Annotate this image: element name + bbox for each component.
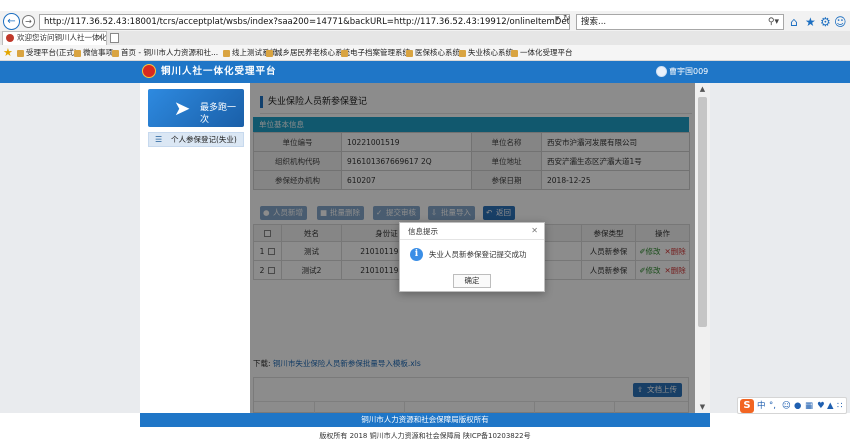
scroll-down-icon[interactable]: ▼	[695, 401, 710, 413]
toolbox-icon[interactable]: ▲	[827, 399, 834, 413]
info-dialog: 信息提示 ✕ i 失业人员新参保登记提交成功 确定	[399, 222, 545, 292]
voice-icon[interactable]: ●	[794, 399, 801, 413]
browser-window: ← → http://117.36.52.43:18001/tcrs/accep…	[0, 0, 850, 443]
smiley-icon[interactable]: ☺	[834, 14, 847, 30]
list-icon: ☰	[155, 135, 163, 144]
close-tab-icon[interactable]: ✕	[97, 32, 103, 44]
sidebar: ➤ 最多跑一次 ☰ 个人参保登记(失业)	[140, 83, 250, 413]
favorites-star-icon[interactable]: ★	[805, 14, 816, 30]
page-backdrop	[710, 83, 850, 413]
ok-button[interactable]: 确定	[453, 274, 491, 288]
favorites-bar: ★ 受理平台(正式) 微信事项 首页 - 铜川市人力资源和社... 线上测试系统…	[0, 45, 850, 61]
runner-icon: ➤	[173, 96, 191, 120]
tab-strip: 欢迎您访问铜川人社一体化... ✕	[0, 31, 850, 45]
favorite-link[interactable]: 一体化受理平台	[510, 47, 573, 59]
new-tab-icon[interactable]	[110, 33, 119, 43]
footer-bar: 铜川市人力资源和社会保障局版权所有	[140, 413, 710, 427]
footer-copyright: 版权所有 2018 铜川市人力资源和社会保障局 陕ICP备10203822号	[319, 432, 531, 440]
punctuation-icon[interactable]: °,	[769, 399, 776, 413]
user-name: 曹宇国009	[669, 67, 709, 76]
search-input[interactable]: 搜索... ⚲▾	[576, 14, 784, 30]
address-bar: ← → http://117.36.52.43:18001/tcrs/accep…	[0, 11, 850, 33]
browser-tab[interactable]: 欢迎您访问铜川人社一体化... ✕	[2, 31, 107, 45]
favorites-star-icon[interactable]: ★	[3, 46, 13, 59]
ime-toolbar: S 中 °, ☺ ● ▦ ♥ ▲ ∷	[737, 397, 847, 414]
menu-grid-icon[interactable]: ∷	[837, 399, 842, 413]
favorite-link[interactable]: 医保核心系统	[405, 47, 460, 59]
favorite-link[interactable]: 微信事项	[73, 47, 113, 59]
search-placeholder: 搜索...	[581, 17, 607, 27]
dropdown-arrow-icon[interactable]: ▾	[555, 14, 560, 24]
app-title: 铜川人社一体化受理平台	[161, 66, 277, 77]
back-arrow-icon[interactable]: ←	[3, 13, 20, 30]
page-backdrop	[0, 83, 140, 413]
divider	[400, 239, 544, 240]
favorite-link[interactable]: 受理平台(正式)	[16, 47, 77, 59]
modal-overlay[interactable]: 信息提示 ✕ i 失业人员新参保登记提交成功 确定	[250, 83, 695, 413]
sidebar-banner: ➤ 最多跑一次	[148, 89, 244, 127]
sogou-logo-icon[interactable]: S	[740, 399, 754, 413]
info-icon: i	[410, 248, 423, 261]
forward-arrow-icon[interactable]: →	[22, 15, 35, 28]
favorite-link[interactable]: 电子档案管理系统	[340, 47, 410, 59]
site-favicon-icon	[6, 34, 14, 42]
close-icon[interactable]: ✕	[531, 226, 538, 236]
settings-gear-icon[interactable]: ⚙	[820, 14, 831, 30]
dialog-title: 信息提示	[408, 227, 438, 236]
search-icon[interactable]: ⚲▾	[768, 15, 779, 29]
refresh-icon[interactable]: ↻	[563, 14, 571, 24]
banner-slogan: 最多跑一次	[200, 103, 237, 125]
scroll-thumb[interactable]	[698, 97, 707, 327]
dialog-message: 失业人员新参保登记提交成功	[429, 250, 527, 259]
content-area: 失业保险人员新参保登记 单位基本信息 单位编号 10221001519 单位名称…	[250, 83, 695, 413]
skin-icon[interactable]: ♥	[817, 399, 825, 413]
main-content: 失业保险人员新参保登记 单位基本信息 单位编号 10221001519 单位名称…	[250, 83, 710, 413]
keyboard-icon[interactable]: ▦	[805, 399, 813, 413]
chinese-mode-icon[interactable]: 中	[757, 399, 766, 413]
favorite-link[interactable]: 失业核心系统	[458, 47, 513, 59]
home-icon[interactable]: ⌂	[790, 14, 798, 30]
vertical-scrollbar[interactable]: ▲ ▼	[695, 83, 710, 413]
user-menu[interactable]: 曹宇国009	[656, 65, 708, 78]
tab-title: 欢迎您访问铜川人社一体化...	[17, 33, 107, 42]
national-emblem-icon	[142, 64, 156, 78]
app-header: 铜川人社一体化受理平台 曹宇国009	[0, 61, 850, 83]
sidebar-item-personal-registration[interactable]: ☰ 个人参保登记(失业)	[148, 132, 244, 147]
url-input[interactable]: http://117.36.52.43:18001/tcrs/acceptpla…	[39, 14, 570, 30]
favorite-link[interactable]: 城乡居民养老核心系统	[265, 47, 350, 59]
favorite-link[interactable]: 首页 - 铜川市人力资源和社...	[111, 47, 218, 59]
scroll-up-icon[interactable]: ▲	[695, 83, 710, 95]
avatar	[656, 66, 667, 77]
sidebar-item-label: 个人参保登记(失业)	[171, 135, 237, 144]
emoji-icon[interactable]: ☺	[782, 399, 791, 413]
